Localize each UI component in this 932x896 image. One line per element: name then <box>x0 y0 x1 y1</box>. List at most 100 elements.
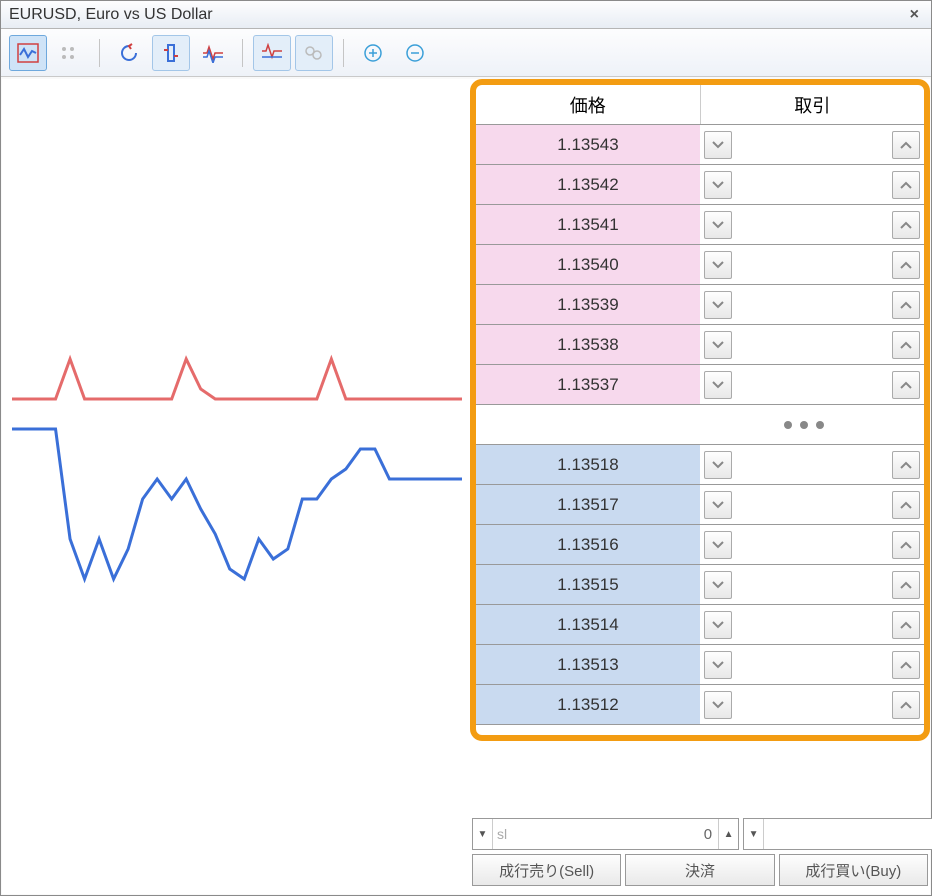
price-cell: 1.13513 <box>476 645 700 684</box>
separator <box>343 39 344 67</box>
refresh-button[interactable] <box>110 35 148 71</box>
price-cell: 1.13518 <box>476 445 700 484</box>
buy-arrow-button[interactable] <box>892 131 920 159</box>
dom-spread-separator <box>476 405 924 445</box>
buy-arrow-button[interactable] <box>892 291 920 319</box>
sl-input[interactable] <box>507 819 718 849</box>
sell-arrow-button[interactable] <box>704 251 732 279</box>
tick-chart <box>2 79 462 779</box>
price-cell: 1.13515 <box>476 565 700 604</box>
trade-cell <box>700 445 924 484</box>
bars-button[interactable] <box>152 35 190 71</box>
buy-arrow-button[interactable] <box>892 491 920 519</box>
dom-row: 1.13542 <box>476 165 924 205</box>
trade-cell <box>700 645 924 684</box>
zoom-in-button[interactable] <box>354 35 392 71</box>
buy-arrow-button[interactable] <box>892 571 920 599</box>
pulse-border-button[interactable] <box>253 35 291 71</box>
sell-button[interactable]: 成行売り(Sell) <box>472 854 621 886</box>
trade-cell <box>700 365 924 404</box>
separator <box>99 39 100 67</box>
titlebar[interactable]: EURUSD, Euro vs US Dollar × <box>1 1 931 29</box>
buy-arrow-button[interactable] <box>892 451 920 479</box>
buy-arrow-button[interactable] <box>892 611 920 639</box>
dom-row: 1.13513 <box>476 645 924 685</box>
trading-window: EURUSD, Euro vs US Dollar × <box>0 0 932 896</box>
pulse-blue-button[interactable] <box>194 35 232 71</box>
trade-cell <box>700 285 924 324</box>
dom-row: 1.13539 <box>476 285 924 325</box>
trade-cell <box>700 125 924 164</box>
close-icon[interactable]: × <box>906 6 923 24</box>
dom-header: 価格 取引 <box>476 85 924 125</box>
price-cell: 1.13541 <box>476 205 700 244</box>
price-cell: 1.13514 <box>476 605 700 644</box>
trade-cell <box>700 685 924 724</box>
sell-arrow-button[interactable] <box>704 131 732 159</box>
toolbar <box>1 29 931 77</box>
sell-arrow-button[interactable] <box>704 651 732 679</box>
dot-icon <box>816 421 824 429</box>
price-cell: 1.13542 <box>476 165 700 204</box>
buy-arrow-button[interactable] <box>892 251 920 279</box>
dom-row: 1.13516 <box>476 525 924 565</box>
window-title: EURUSD, Euro vs US Dollar <box>9 6 213 24</box>
trade-cell <box>700 605 924 644</box>
sell-arrow-button[interactable] <box>704 331 732 359</box>
sell-arrow-button[interactable] <box>704 611 732 639</box>
circles-button[interactable] <box>295 35 333 71</box>
dom-row: 1.13538 <box>476 325 924 365</box>
close-button[interactable]: 決済 <box>625 854 774 886</box>
price-cell: 1.13516 <box>476 525 700 564</box>
sell-arrow-button[interactable] <box>704 571 732 599</box>
dom-row: 1.13514 <box>476 605 924 645</box>
buy-arrow-button[interactable] <box>892 171 920 199</box>
decrement-button[interactable]: ▼ <box>473 819 493 849</box>
price-cell: 1.13537 <box>476 365 700 404</box>
sell-arrow-button[interactable] <box>704 451 732 479</box>
dom-panel: 価格 取引 1.135431.135421.135411.135401.1353… <box>470 79 930 741</box>
trade-cell <box>700 565 924 604</box>
sell-arrow-button[interactable] <box>704 531 732 559</box>
chart-tick-button[interactable] <box>9 35 47 71</box>
sell-arrow-button[interactable] <box>704 491 732 519</box>
price-header: 価格 <box>476 85 701 124</box>
sell-arrow-button[interactable] <box>704 691 732 719</box>
buy-arrow-button[interactable] <box>892 691 920 719</box>
buy-arrow-button[interactable] <box>892 531 920 559</box>
trade-header: 取引 <box>701 85 925 124</box>
chart-area: 価格 取引 1.135431.135421.135411.135401.1353… <box>2 79 930 894</box>
trade-cell <box>700 325 924 364</box>
dots-button[interactable] <box>51 35 89 71</box>
zoom-out-button[interactable] <box>396 35 434 71</box>
dom-row: 1.13540 <box>476 245 924 285</box>
price-cell: 1.13512 <box>476 685 700 724</box>
separator <box>242 39 243 67</box>
order-controls: ▼ sl ▲ ▼ ▲ ▼ tp ▲ 成行売り(Sell) <box>470 816 930 894</box>
trade-cell <box>700 165 924 204</box>
sell-arrow-button[interactable] <box>704 211 732 239</box>
buy-button[interactable]: 成行買い(Buy) <box>779 854 928 886</box>
decrement-button[interactable]: ▼ <box>744 819 764 849</box>
trade-cell <box>700 485 924 524</box>
price-cell: 1.13538 <box>476 325 700 364</box>
sell-arrow-button[interactable] <box>704 171 732 199</box>
sell-arrow-button[interactable] <box>704 291 732 319</box>
trade-cell <box>700 245 924 284</box>
sl-spinner[interactable]: ▼ sl ▲ <box>472 818 739 850</box>
buy-arrow-button[interactable] <box>892 211 920 239</box>
dom-row: 1.13543 <box>476 125 924 165</box>
increment-button[interactable]: ▲ <box>718 819 738 849</box>
trade-cell <box>700 525 924 564</box>
lots-spinner[interactable]: ▼ ▲ <box>743 818 932 850</box>
buy-arrow-button[interactable] <box>892 651 920 679</box>
lots-input[interactable] <box>764 819 932 849</box>
buy-arrow-button[interactable] <box>892 331 920 359</box>
dot-icon <box>784 421 792 429</box>
buy-arrow-button[interactable] <box>892 371 920 399</box>
dom-row: 1.13537 <box>476 365 924 405</box>
price-cell: 1.13539 <box>476 285 700 324</box>
sell-arrow-button[interactable] <box>704 371 732 399</box>
price-cell: 1.13517 <box>476 485 700 524</box>
price-cell: 1.13543 <box>476 125 700 164</box>
